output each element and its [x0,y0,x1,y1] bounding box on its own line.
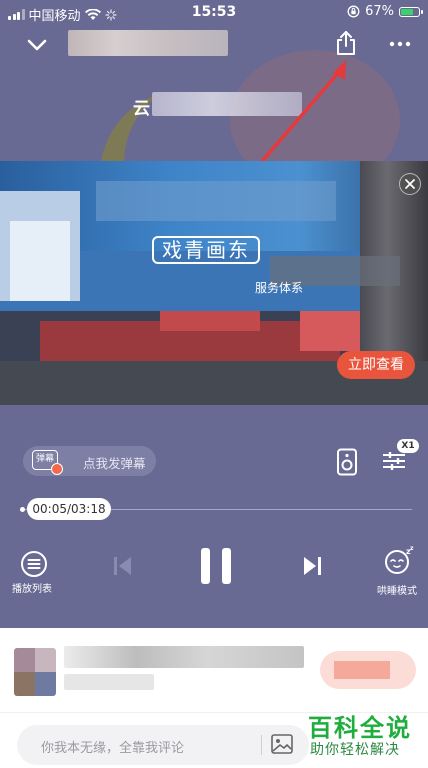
pause-icon[interactable] [198,546,234,586]
progress-handle[interactable]: 00:05/03:18 [27,498,111,520]
danmu-badge-text: 弹幕 [35,454,54,464]
playlist-label: 播放列表 [12,584,52,595]
svg-text:z: z [410,546,414,552]
sleep-mode-button[interactable]: z z [383,545,415,580]
sleep-baby-icon: z z [385,545,414,574]
danmu-label: 点我发弹幕 [83,456,146,471]
watermark-logo: 百科全说 助你轻松解决 [290,706,420,764]
comment-placeholder: 你我本无缘，全靠我评论 [41,741,185,756]
next-track-icon[interactable] [301,555,323,577]
danmu-input-button[interactable]: 弹幕 点我发弹幕 [23,446,156,476]
follow-button[interactable] [320,651,416,689]
ad-title: 戏青画东 [152,236,260,264]
danmu-check-icon [51,463,63,475]
ad-view-now-button[interactable]: 立即查看 [337,351,415,379]
uploader-avatar[interactable] [14,648,56,696]
speaker-icon[interactable] [336,448,358,476]
comment-input[interactable]: 你我本无缘，全靠我评论 [17,725,309,765]
previous-track-icon[interactable] [112,555,134,577]
danmu-badge-icon: 弹幕 [32,450,63,475]
sleep-mode-label: 哄睡模式 [377,586,417,597]
progress-start-dot [20,507,25,512]
uploader-info-blurred [64,674,154,690]
ad-close-button[interactable] [399,173,421,195]
watermark-subtitle: 助你轻松解决 [310,742,400,758]
playback-speed-badge[interactable]: X1 [397,439,419,453]
uploader-name-blurred [64,646,304,668]
playlist-button[interactable] [20,550,48,582]
close-icon [405,179,415,189]
watermark-title: 百科全说 [308,714,412,742]
ad-subtitle: 服务体系 [255,281,304,295]
playlist-icon [21,551,47,577]
comment-divider [261,735,262,755]
